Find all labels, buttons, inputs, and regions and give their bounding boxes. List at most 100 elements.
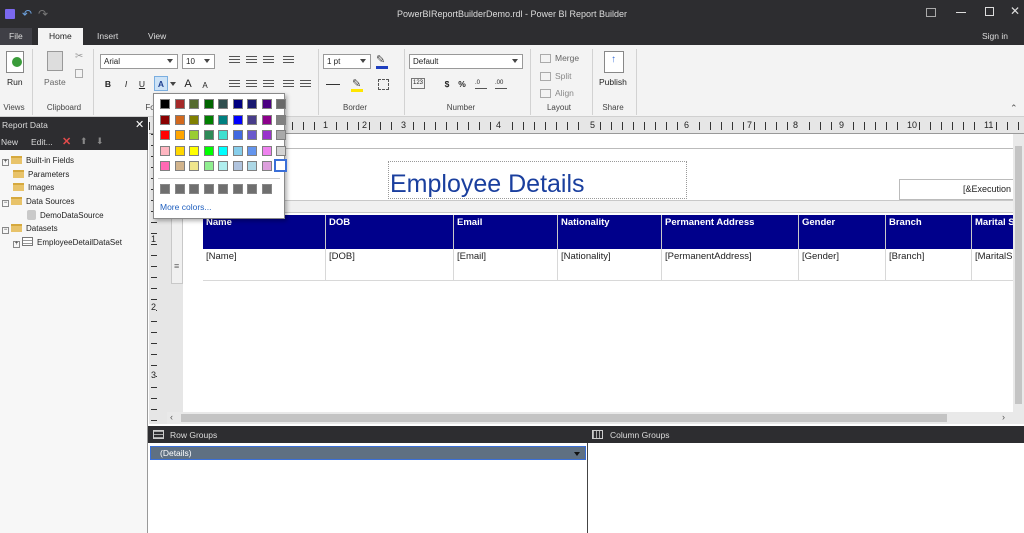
- recent-color-swatch[interactable]: [189, 184, 199, 194]
- color-swatch[interactable]: [189, 114, 199, 125]
- tree-item-parameters[interactable]: Parameters: [13, 168, 69, 181]
- split-icon[interactable]: [540, 72, 551, 81]
- color-swatch[interactable]: [232, 99, 243, 109]
- color-swatch[interactable]: [160, 99, 170, 109]
- expand-icon[interactable]: +: [2, 159, 9, 166]
- tree-item-data-sources[interactable]: − Data Sources: [0, 195, 74, 208]
- row-group-details[interactable]: (Details): [150, 446, 586, 460]
- close-icon[interactable]: ✕: [1010, 4, 1020, 18]
- color-swatch[interactable]: [261, 161, 272, 171]
- recent-color-swatch[interactable]: [232, 184, 243, 194]
- collapse-icon[interactable]: −: [2, 227, 9, 234]
- tab-file[interactable]: File: [0, 28, 32, 45]
- merge-button[interactable]: Merge: [555, 53, 579, 63]
- tree-item-employee-dataset[interactable]: + EmployeeDetailDataSet: [11, 236, 122, 249]
- tab-view[interactable]: View: [139, 28, 175, 45]
- color-swatch[interactable]: [247, 99, 257, 109]
- clipboard-icon[interactable]: [47, 51, 63, 71]
- recent-color-swatch[interactable]: [261, 184, 272, 194]
- color-swatch[interactable]: [218, 130, 228, 140]
- bullets-icon[interactable]: [283, 80, 294, 89]
- color-swatch[interactable]: [160, 114, 170, 125]
- detail-cell-gender[interactable]: [Gender]: [799, 249, 886, 281]
- tree-item-built-in-fields[interactable]: + Built-in Fields: [0, 154, 74, 167]
- color-swatch[interactable]: [203, 161, 214, 171]
- recent-color-swatch[interactable]: [174, 184, 185, 194]
- color-swatch[interactable]: [247, 161, 257, 171]
- more-colors-link[interactable]: More colors...: [160, 202, 212, 212]
- chevron-down-icon[interactable]: [170, 82, 176, 86]
- scroll-left-icon[interactable]: ‹: [170, 412, 173, 422]
- align-middle-icon[interactable]: [246, 80, 257, 89]
- decimal-icon[interactable]: .0: [475, 80, 487, 89]
- borders-icon[interactable]: [378, 79, 389, 90]
- color-swatch[interactable]: [274, 159, 287, 172]
- maximize-icon[interactable]: [985, 7, 994, 16]
- ribbon-display-icon[interactable]: [926, 8, 936, 17]
- publish-button[interactable]: Publish: [599, 77, 627, 87]
- color-swatch[interactable]: [276, 130, 286, 140]
- color-swatch[interactable]: [218, 99, 228, 109]
- align-objects-icon[interactable]: [540, 89, 551, 98]
- color-swatch[interactable]: [203, 114, 214, 125]
- move-up-icon[interactable]: ⬆: [80, 136, 88, 147]
- color-swatch[interactable]: [160, 130, 170, 140]
- tree-item-images[interactable]: Images: [13, 181, 54, 194]
- align-left-icon[interactable]: [229, 56, 240, 65]
- color-swatch[interactable]: [218, 114, 228, 125]
- collapse-ribbon-icon[interactable]: ⌃: [1010, 103, 1018, 114]
- align-right-icon[interactable]: [263, 56, 274, 65]
- move-down-icon[interactable]: ⬇: [96, 136, 104, 147]
- percent-button[interactable]: %: [456, 77, 468, 92]
- detail-cell-email[interactable]: [Email]: [454, 249, 558, 281]
- color-swatch[interactable]: [218, 145, 228, 156]
- close-panel-icon[interactable]: ✕: [135, 117, 144, 134]
- tab-insert[interactable]: Insert: [88, 28, 127, 45]
- color-swatch[interactable]: [232, 114, 243, 125]
- color-swatch[interactable]: [261, 114, 272, 125]
- align-center-icon[interactable]: [246, 56, 257, 65]
- run-button[interactable]: Run: [7, 77, 23, 87]
- color-swatch[interactable]: [232, 130, 243, 140]
- color-swatch[interactable]: [247, 130, 257, 140]
- tab-home[interactable]: Home: [38, 28, 83, 45]
- color-swatch[interactable]: [189, 130, 199, 140]
- numbering-icon[interactable]: [300, 80, 311, 89]
- bold-button[interactable]: B: [102, 77, 114, 92]
- tree-item-datasets[interactable]: − Datasets: [0, 222, 58, 235]
- color-swatch[interactable]: [203, 145, 214, 156]
- recent-color-swatch[interactable]: [247, 184, 257, 194]
- detail-cell-nationality[interactable]: [Nationality]: [558, 249, 662, 281]
- header-cell-permanent-address[interactable]: Permanent Address: [662, 215, 799, 249]
- scroll-right-icon[interactable]: ›: [1002, 412, 1005, 422]
- header-cell-email[interactable]: Email: [454, 215, 558, 249]
- align-bottom-icon[interactable]: [263, 80, 274, 89]
- detail-cell-permanent-address[interactable]: [PermanentAddress]: [662, 249, 799, 281]
- chevron-down-icon[interactable]: [574, 452, 580, 456]
- vertical-scrollbar[interactable]: [1013, 134, 1024, 412]
- color-swatch[interactable]: [189, 99, 199, 109]
- split-button[interactable]: Split: [555, 71, 572, 81]
- color-swatch[interactable]: [174, 161, 185, 171]
- color-swatch[interactable]: [189, 161, 199, 171]
- horizontal-scrollbar[interactable]: ‹ ›: [167, 412, 1024, 424]
- row-handle-icon[interactable]: ≡: [174, 261, 179, 271]
- detail-cell-dob[interactable]: [DOB]: [326, 249, 454, 281]
- header-cell-dob[interactable]: DOB: [326, 215, 454, 249]
- delete-icon[interactable]: ✕: [62, 135, 71, 148]
- detail-cell-branch[interactable]: [Branch]: [886, 249, 972, 281]
- header-cell-marital-status[interactable]: Marital S: [972, 215, 1013, 249]
- border-color-icon[interactable]: ✎: [376, 53, 385, 66]
- align-button[interactable]: Align: [555, 88, 574, 98]
- recent-color-swatch[interactable]: [160, 184, 170, 194]
- color-swatch[interactable]: [261, 130, 272, 140]
- currency-button[interactable]: $: [441, 77, 453, 92]
- color-swatch[interactable]: [247, 145, 257, 156]
- indent-icon[interactable]: [283, 56, 294, 65]
- horizontal-scroll-thumb[interactable]: [181, 414, 947, 422]
- grow-font-button[interactable]: A: [182, 77, 194, 92]
- border-width-combo[interactable]: 1 pt: [323, 54, 371, 69]
- color-swatch[interactable]: [261, 145, 272, 156]
- color-swatch[interactable]: [261, 99, 272, 109]
- number-format-combo[interactable]: Default: [409, 54, 523, 69]
